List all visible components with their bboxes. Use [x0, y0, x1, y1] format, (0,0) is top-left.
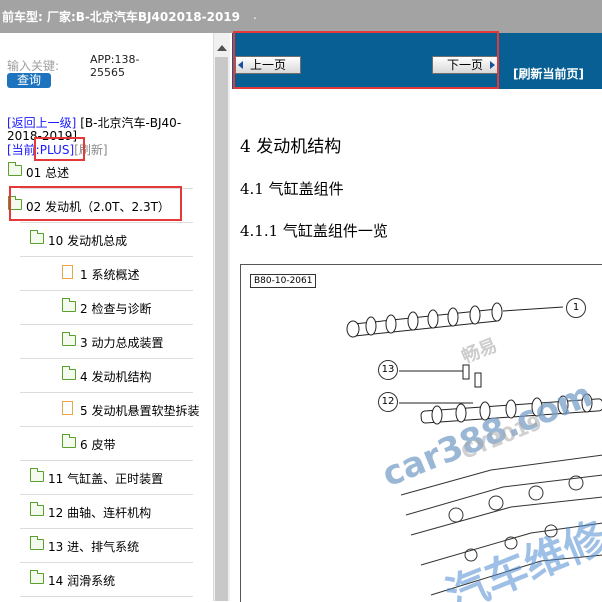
- tree-item-label: 11 气缸盖、正时装置: [48, 472, 164, 486]
- divider: [20, 392, 193, 393]
- folder-icon: [62, 366, 76, 380]
- divider: [20, 290, 193, 291]
- tree-item-label: 13 进、排气系统: [48, 540, 140, 554]
- divider: [20, 460, 193, 461]
- query-button[interactable]: 查询: [7, 73, 51, 88]
- subsubsection-heading: 4.1.1 气缸盖组件一览: [240, 222, 388, 240]
- level-name: [B-北京汽车-BJ40-: [80, 116, 182, 130]
- tree-item-label: 4 发动机结构: [80, 370, 152, 384]
- folder-icon: [30, 570, 44, 584]
- back-link[interactable]: [返回上一级]: [7, 116, 76, 130]
- highlight-nav-box: [233, 31, 499, 89]
- tree-item[interactable]: 3 动力总成装置: [0, 326, 213, 359]
- refresh-page-button[interactable]: [刷新当前页]: [513, 65, 584, 82]
- scrollbar-thumb[interactable]: [215, 57, 228, 601]
- header-trail: .: [253, 8, 257, 22]
- keyword-input[interactable]: 输入关键:: [7, 57, 59, 74]
- tree-item-label: 5 发动机悬置软垫拆装: [80, 404, 200, 418]
- divider: [20, 256, 193, 257]
- tree-item-label: 3 动力总成装置: [80, 336, 164, 350]
- document-icon: [62, 401, 73, 415]
- app-contact-info: APP:138-25565: [90, 53, 140, 79]
- section-heading: 4 发动机结构: [240, 137, 342, 157]
- document-icon: [62, 265, 73, 279]
- divider: [20, 528, 193, 529]
- folder-icon: [8, 162, 22, 176]
- divider: [20, 324, 193, 325]
- vehicle-model-label: 前车型: 厂家:B-北京汽车BJ402018-2019: [2, 10, 240, 24]
- folder-icon: [30, 468, 44, 482]
- callout-13: 13: [378, 360, 398, 380]
- header-bar: 前车型: 厂家:B-北京汽车BJ402018-2019 .: [0, 0, 602, 33]
- subsection-heading: 4.1 气缸盖组件: [240, 180, 344, 198]
- sidebar: 输入关键: APP:138-25565 查询 [返回上一级] [B-北京汽车-B…: [0, 33, 213, 601]
- folder-icon: [62, 434, 76, 448]
- tree-item-label: 1 系统概述: [80, 268, 140, 282]
- tree-item[interactable]: 14 润滑系统: [0, 564, 213, 597]
- tree-item[interactable]: 2 检查与诊断: [0, 292, 213, 325]
- tree-item[interactable]: 12 曲轴、连杆机构: [0, 496, 213, 529]
- folder-icon: [30, 536, 44, 550]
- folder-icon: [62, 332, 76, 346]
- tree-item[interactable]: 5 发动机悬置软垫拆装: [0, 394, 213, 427]
- tree-item-label: 10 发动机总成: [48, 234, 128, 248]
- tree-item[interactable]: 13 进、排气系统: [0, 530, 213, 563]
- tree-item-label: 2 检查与诊断: [80, 302, 152, 316]
- callout-1: 1: [566, 298, 586, 318]
- tree-item[interactable]: 1 系统概述: [0, 258, 213, 291]
- divider: [20, 596, 193, 597]
- folder-icon: [62, 298, 76, 312]
- highlight-current-box: [34, 137, 85, 161]
- divider: [20, 494, 193, 495]
- tree-item[interactable]: 10 发动机总成: [0, 224, 213, 257]
- sidebar-scrollbar[interactable]: [213, 33, 230, 601]
- tree-item-label: 01 总述: [26, 166, 70, 180]
- divider: [20, 222, 193, 223]
- folder-icon: [30, 502, 44, 516]
- tree-item[interactable]: 4 发动机结构: [0, 360, 213, 393]
- divider: [20, 358, 193, 359]
- tree-item-label: 14 润滑系统: [48, 574, 116, 588]
- tree-item[interactable]: 11 气缸盖、正时装置: [0, 462, 213, 495]
- scroll-up-icon[interactable]: [217, 45, 227, 51]
- divider: [20, 426, 193, 427]
- tree-item[interactable]: 01 总述: [0, 156, 213, 189]
- folder-icon: [30, 230, 44, 244]
- tree-item-label: 6 皮带: [80, 438, 116, 452]
- callout-12: 12: [378, 392, 398, 412]
- divider: [20, 562, 193, 563]
- highlight-engine-box: [9, 186, 182, 221]
- engine-diagram: B80-10-2061 1 13 12 car388.com 畅易 CY2019…: [240, 264, 602, 602]
- tree-item-label: 12 曲轴、连杆机构: [48, 506, 152, 520]
- tree-item[interactable]: 6 皮带: [0, 428, 213, 461]
